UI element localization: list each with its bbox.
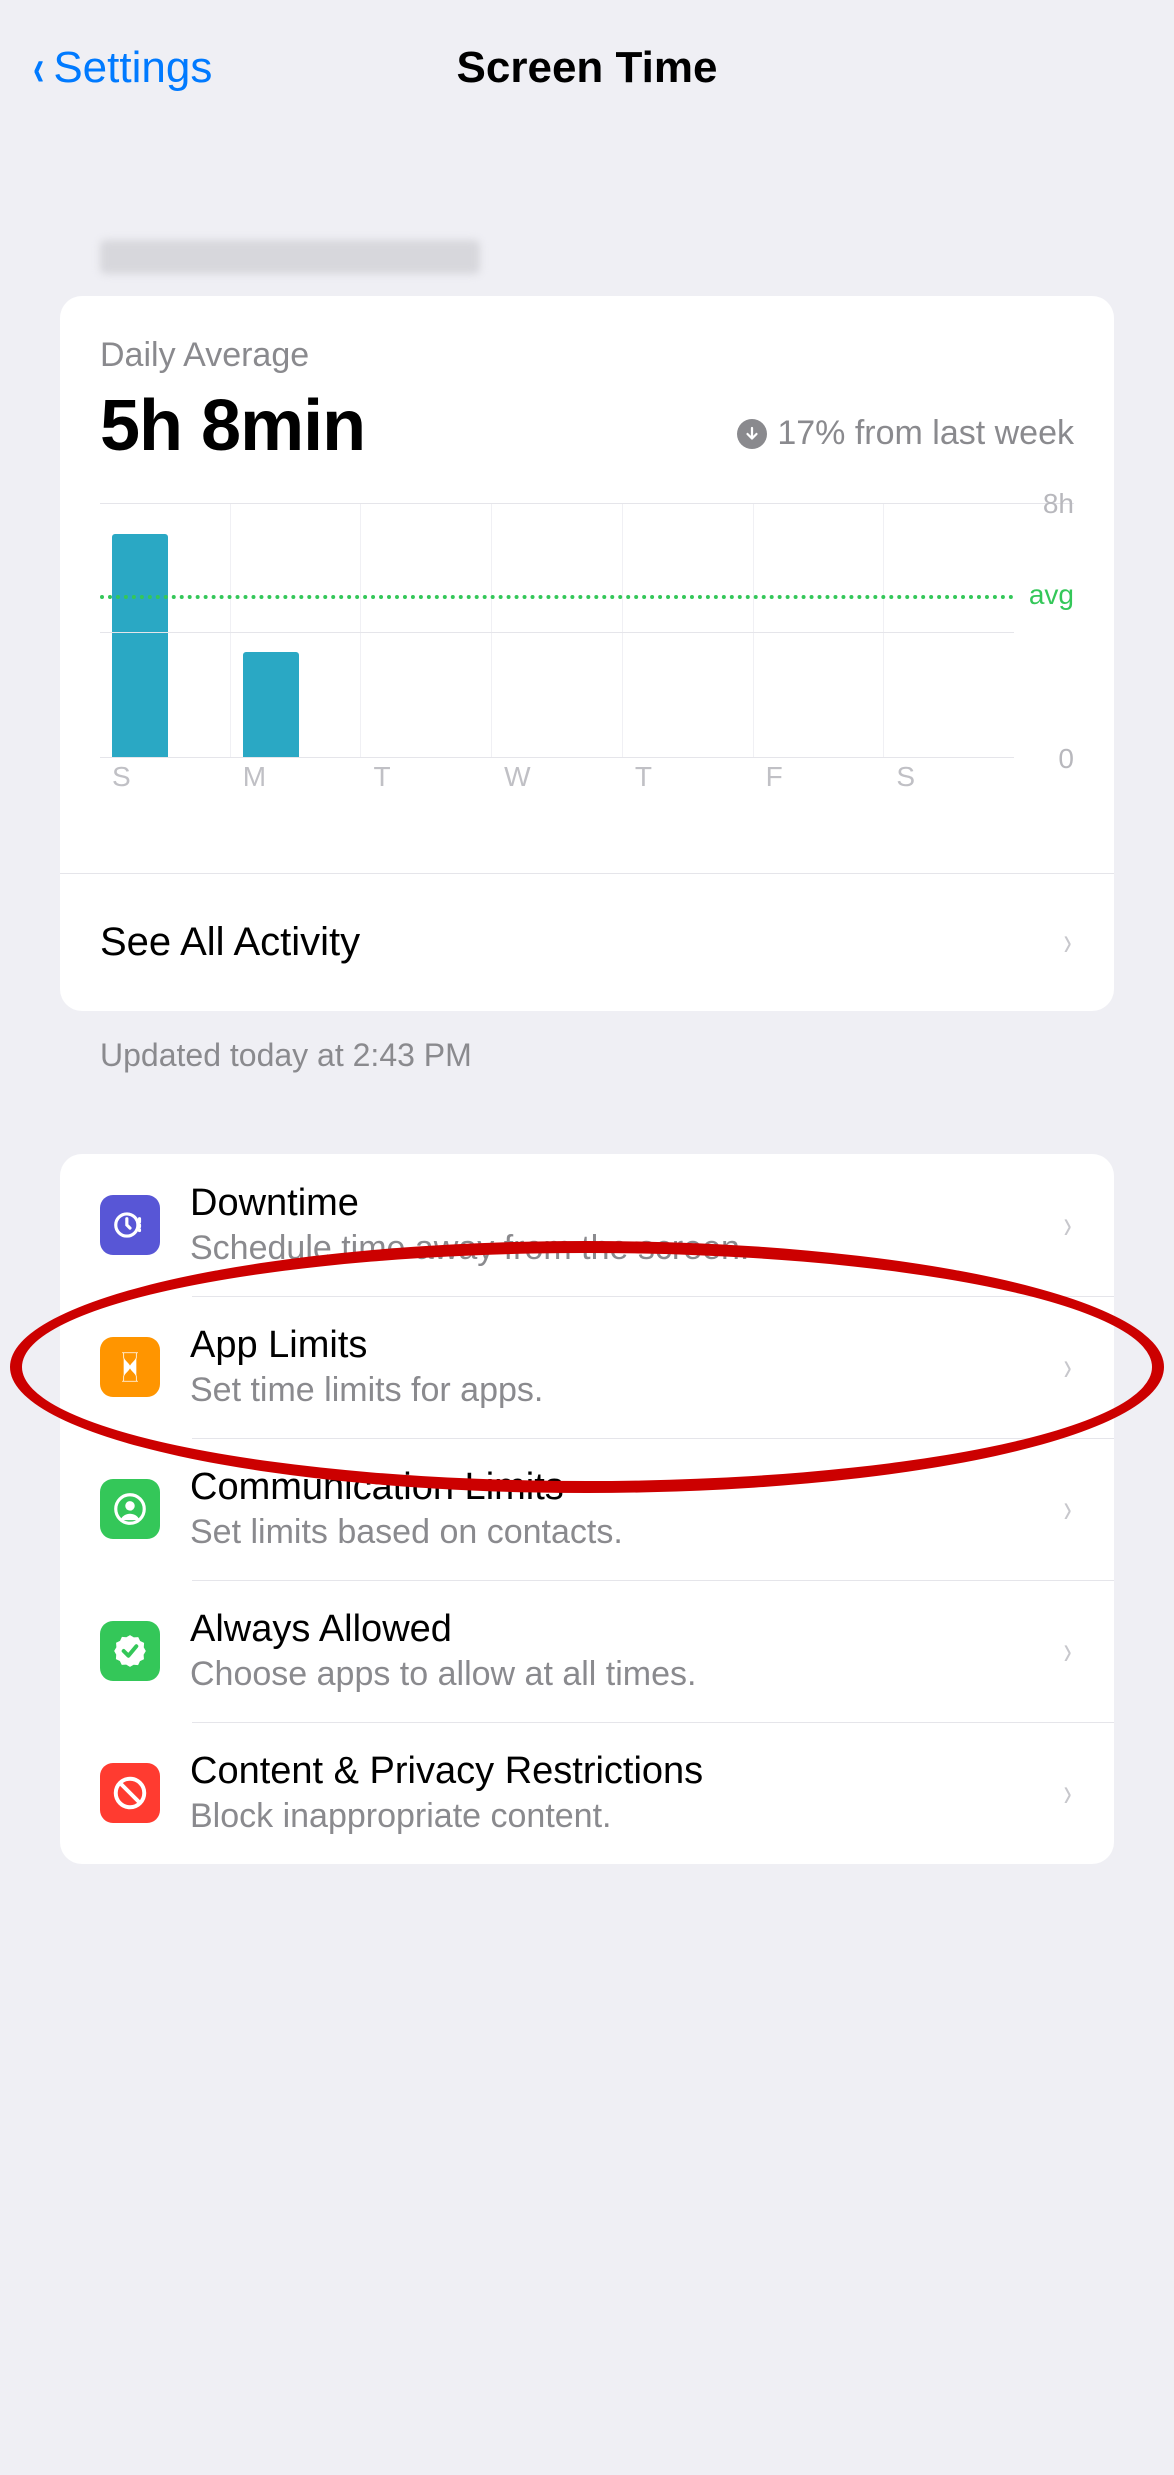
see-all-activity-label: See All Activity bbox=[100, 920, 360, 965]
avg-label: avg bbox=[1029, 579, 1074, 611]
see-all-activity-button[interactable]: See All Activity › bbox=[60, 873, 1114, 1011]
weekly-change: 17% from last week bbox=[737, 414, 1074, 453]
chevron-right-icon: › bbox=[1063, 1345, 1071, 1390]
chevron-right-icon: › bbox=[1063, 1629, 1071, 1674]
down-arrow-icon bbox=[737, 419, 767, 449]
check-badge-icon bbox=[100, 1621, 160, 1681]
chart-day-column: S bbox=[100, 504, 230, 757]
menu-row-subtitle: Set limits based on contacts. bbox=[190, 1513, 1031, 1552]
chart-day-column: T bbox=[622, 504, 753, 757]
back-button[interactable]: ‹ Settings bbox=[30, 42, 212, 94]
hourglass-icon bbox=[100, 1337, 160, 1397]
menu-row-title: Communication Limits bbox=[190, 1466, 1031, 1509]
chart-bar bbox=[243, 652, 299, 757]
usage-chart: SMTWTFS 8h0avg bbox=[100, 503, 1074, 823]
weekly-change-text: 17% from last week bbox=[777, 414, 1074, 453]
menu-row-communication-limits[interactable]: Communication Limits Set limits based on … bbox=[60, 1438, 1114, 1580]
chevron-right-icon: › bbox=[1063, 1203, 1071, 1248]
chart-day-label: F bbox=[766, 761, 783, 793]
y-axis-top-label: 8h bbox=[1043, 488, 1074, 520]
chart-day-label: M bbox=[243, 761, 266, 793]
menu-row-title: Downtime bbox=[190, 1182, 1031, 1225]
menu-row-content-privacy-restrictions[interactable]: Content & Privacy Restrictions Block inap… bbox=[60, 1722, 1114, 1864]
last-updated-text: Updated today at 2:43 PM bbox=[100, 1037, 1074, 1074]
chart-day-column: F bbox=[753, 504, 884, 757]
chevron-right-icon: › bbox=[1063, 920, 1071, 965]
menu-row-title: App Limits bbox=[190, 1324, 1031, 1367]
clock-pause-icon bbox=[100, 1195, 160, 1255]
no-entry-icon bbox=[100, 1763, 160, 1823]
chevron-left-icon: ‹ bbox=[33, 42, 44, 94]
menu-row-subtitle: Choose apps to allow at all times. bbox=[190, 1655, 1031, 1694]
chart-day-label: S bbox=[896, 761, 915, 793]
chevron-right-icon: › bbox=[1063, 1771, 1071, 1816]
chart-day-label: W bbox=[504, 761, 530, 793]
person-circle-icon bbox=[100, 1479, 160, 1539]
chart-day-column: T bbox=[360, 504, 491, 757]
device-name-redacted bbox=[100, 240, 480, 274]
chart-bar bbox=[112, 534, 168, 757]
chart-day-column: W bbox=[491, 504, 622, 757]
menu-row-app-limits[interactable]: App Limits Set time limits for apps. › bbox=[60, 1296, 1114, 1438]
y-axis-bottom-label: 0 bbox=[1058, 743, 1074, 775]
menu-row-downtime[interactable]: Downtime Schedule time away from the scre… bbox=[60, 1154, 1114, 1296]
back-label: Settings bbox=[53, 43, 212, 93]
daily-average-label: Daily Average bbox=[100, 336, 1074, 375]
chart-day-column: S bbox=[883, 504, 1014, 757]
menu-row-subtitle: Schedule time away from the screen. bbox=[190, 1229, 1031, 1268]
chart-day-label: S bbox=[112, 761, 131, 793]
screen-time-menu: Downtime Schedule time away from the scre… bbox=[60, 1154, 1114, 1864]
menu-row-subtitle: Block inappropriate content. bbox=[190, 1797, 1031, 1836]
usage-summary-card: Daily Average 5h 8min 17% from last week… bbox=[60, 296, 1114, 1011]
chart-day-column: M bbox=[230, 504, 361, 757]
chart-day-label: T bbox=[373, 761, 390, 793]
menu-row-always-allowed[interactable]: Always Allowed Choose apps to allow at al… bbox=[60, 1580, 1114, 1722]
chart-day-label: T bbox=[635, 761, 652, 793]
navigation-bar: ‹ Settings Screen Time bbox=[0, 0, 1174, 120]
daily-average-value: 5h 8min bbox=[100, 385, 365, 467]
menu-row-title: Content & Privacy Restrictions bbox=[190, 1750, 1031, 1793]
menu-row-subtitle: Set time limits for apps. bbox=[190, 1371, 1031, 1410]
chevron-right-icon: › bbox=[1063, 1487, 1071, 1532]
menu-row-title: Always Allowed bbox=[190, 1608, 1031, 1651]
